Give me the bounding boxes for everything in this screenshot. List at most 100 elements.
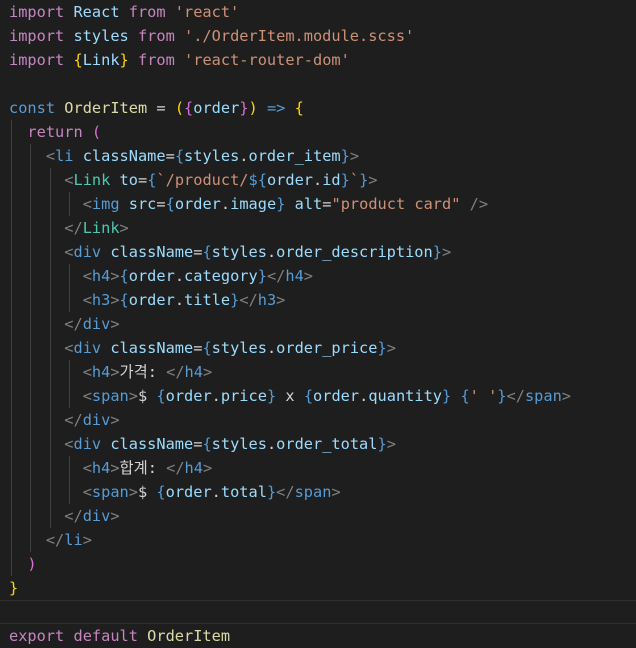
code-line[interactable]: <div className={styles.order_description… bbox=[0, 240, 636, 264]
code-token: </ bbox=[506, 387, 525, 405]
code-line[interactable]: return ( bbox=[0, 120, 636, 144]
code-token: { bbox=[303, 387, 314, 405]
code-token: . bbox=[359, 387, 369, 405]
code-line[interactable]: </div> bbox=[0, 504, 636, 528]
code-token: > bbox=[110, 315, 120, 333]
code-line[interactable]: </li> bbox=[0, 528, 636, 552]
code-token: > bbox=[128, 483, 138, 501]
code-token: </ bbox=[64, 507, 83, 525]
code-token: order bbox=[165, 387, 212, 405]
code-token: ) bbox=[27, 555, 37, 573]
code-token: src bbox=[128, 195, 157, 213]
code-token: span bbox=[91, 483, 129, 501]
code-token: order_description bbox=[276, 243, 433, 261]
code-token: order bbox=[165, 483, 212, 501]
code-text: <h4>합계: </h4> bbox=[9, 456, 213, 480]
code-token: { bbox=[73, 51, 83, 69]
code-line[interactable]: </Link> bbox=[0, 216, 636, 240]
code-token: import bbox=[9, 3, 65, 21]
code-token: > bbox=[202, 459, 213, 477]
code-token: { bbox=[202, 243, 212, 261]
code-text: <h4>가격: </h4> bbox=[9, 360, 213, 384]
code-token: import bbox=[9, 51, 65, 69]
code-text: const OrderItem = ({order}) => { bbox=[9, 96, 304, 120]
code-token: </ bbox=[266, 267, 286, 285]
code-line[interactable]: <h4>가격: </h4> bbox=[0, 360, 636, 384]
code-token: /> bbox=[469, 195, 489, 213]
code-token: { bbox=[156, 387, 166, 405]
code-token: div bbox=[82, 411, 111, 429]
code-line[interactable]: <li className={styles.order_item}> bbox=[0, 144, 636, 168]
code-token: . bbox=[220, 195, 231, 213]
code-token: h4 bbox=[91, 267, 111, 285]
code-token: < bbox=[82, 195, 92, 213]
code-token: > bbox=[110, 507, 120, 525]
code-line[interactable]: } bbox=[0, 576, 636, 600]
code-token: span bbox=[524, 387, 562, 405]
code-line[interactable]: <Link to={`/product/${order.id}`}> bbox=[0, 168, 636, 192]
code-token: h3 bbox=[91, 291, 111, 309]
code-token: OrderItem bbox=[147, 627, 231, 645]
code-line[interactable]: <h4>{order.category}</h4> bbox=[0, 264, 636, 288]
code-text: return ( bbox=[9, 120, 101, 144]
code-line[interactable]: import {Link} from 'react-router-dom' bbox=[0, 48, 636, 72]
code-line[interactable]: <h4>합계: </h4> bbox=[0, 456, 636, 480]
code-token: div bbox=[73, 435, 102, 453]
code-token: to bbox=[119, 171, 138, 189]
code-token: . bbox=[174, 291, 185, 309]
code-line[interactable]: <span>$ {order.price} x {order.quantity}… bbox=[0, 384, 636, 408]
code-line[interactable]: <div className={styles.order_total}> bbox=[0, 432, 636, 456]
code-token: } bbox=[497, 387, 507, 405]
code-text: <span>$ {order.total}</span> bbox=[9, 480, 341, 504]
code-token: > bbox=[110, 267, 120, 285]
code-token: { bbox=[202, 339, 212, 357]
code-line[interactable] bbox=[0, 600, 636, 624]
code-line[interactable]: </div> bbox=[0, 312, 636, 336]
code-token: < bbox=[82, 267, 92, 285]
code-token: React bbox=[64, 3, 129, 21]
code-token: { bbox=[174, 147, 185, 165]
code-line[interactable]: <div className={styles.order_price}> bbox=[0, 336, 636, 360]
code-token: h4 bbox=[285, 267, 304, 285]
code-token: { bbox=[202, 435, 212, 453]
code-line[interactable] bbox=[0, 72, 636, 96]
code-token: { bbox=[165, 195, 175, 213]
code-token: > bbox=[110, 411, 120, 429]
code-text: </div> bbox=[9, 408, 120, 432]
code-line[interactable]: <img src={order.image} alt="product card… bbox=[0, 192, 636, 216]
code-token: < bbox=[45, 147, 56, 165]
code-text: } bbox=[9, 576, 18, 600]
code-token: className bbox=[110, 435, 194, 453]
code-token: = bbox=[156, 195, 166, 213]
code-token: </ bbox=[239, 291, 258, 309]
code-line[interactable]: export default OrderItem bbox=[0, 624, 636, 648]
code-line[interactable]: <span>$ {order.total}</span> bbox=[0, 480, 636, 504]
code-line[interactable]: import styles from './OrderItem.module.s… bbox=[0, 24, 636, 48]
code-token: > bbox=[119, 219, 129, 237]
code-editor[interactable]: import React from 'react' import styles f… bbox=[0, 0, 636, 645]
code-token: > bbox=[202, 363, 213, 381]
code-token: id bbox=[322, 171, 341, 189]
code-token: > bbox=[303, 267, 314, 285]
code-line[interactable]: import React from 'react' bbox=[0, 0, 636, 24]
code-line[interactable]: <h3>{order.title}</h3> bbox=[0, 288, 636, 312]
code-token: > bbox=[128, 387, 138, 405]
code-line[interactable]: const OrderItem = ({order}) => { bbox=[0, 96, 636, 120]
code-text: export default OrderItem bbox=[9, 624, 230, 648]
code-token: image bbox=[230, 195, 277, 213]
code-token: > bbox=[82, 531, 92, 549]
code-line[interactable]: ) bbox=[0, 552, 636, 576]
code-token: alt bbox=[294, 195, 323, 213]
code-token: < bbox=[82, 387, 92, 405]
code-token: h4 bbox=[184, 363, 203, 381]
code-token: ( bbox=[91, 123, 102, 141]
code-line[interactable]: </div> bbox=[0, 408, 636, 432]
code-token: return bbox=[27, 123, 83, 141]
